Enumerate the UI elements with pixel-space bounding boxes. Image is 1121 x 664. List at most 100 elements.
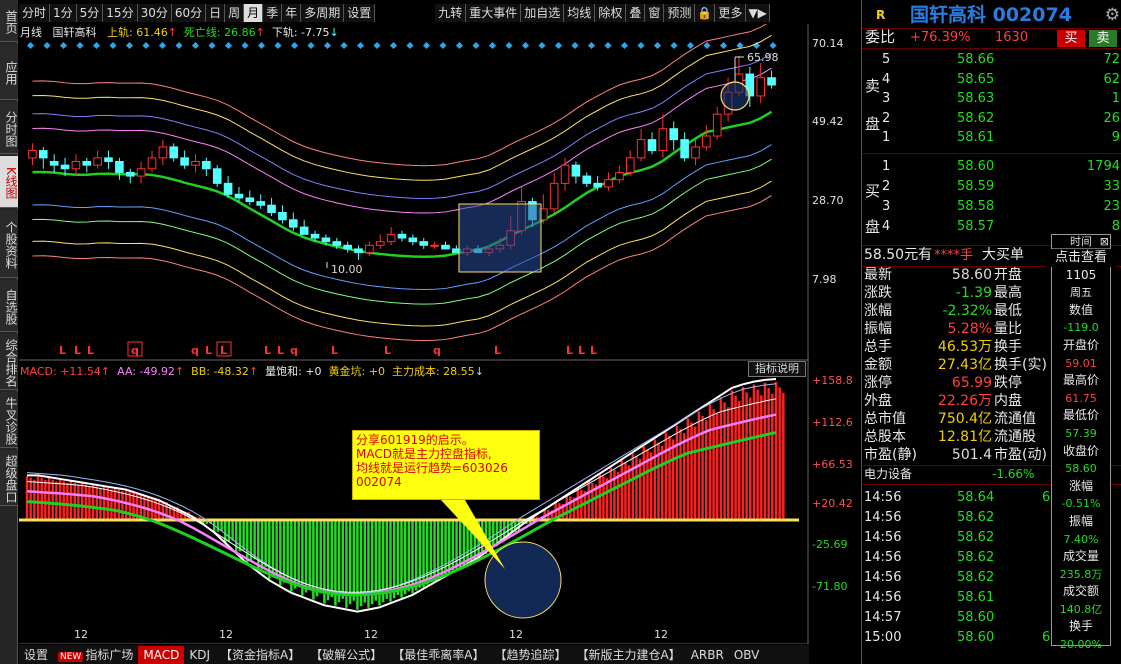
ask-row[interactable]: 5 58.66 72 — [862, 51, 1121, 68]
signal-letter: L — [264, 344, 271, 357]
period-tab[interactable]: 多周期 — [301, 4, 345, 22]
period-tab[interactable]: 分时 — [19, 4, 51, 22]
ask-level: 1 — [882, 130, 891, 145]
tool-button[interactable]: 九转 — [435, 4, 467, 22]
dropdown-icon[interactable]: ▼▶ — [746, 4, 770, 22]
quote-value: 58.60 — [951, 267, 992, 283]
lock-icon[interactable]: 🔒 — [695, 4, 716, 22]
gear-icon[interactable]: ⚙ — [1105, 4, 1120, 26]
left-nav-item[interactable]: 分时图 — [0, 102, 18, 154]
period-tab[interactable]: 15分 — [103, 4, 138, 22]
period-tab[interactable]: 1分 — [50, 4, 77, 22]
low-price-label: 10.00 — [331, 263, 363, 276]
quote-label: 跌停 — [994, 375, 1022, 391]
ask-row[interactable]: 4 58.65 62 — [862, 71, 1121, 88]
tool-button[interactable]: 加自选 — [521, 4, 565, 22]
period-tab[interactable]: 年 — [282, 4, 302, 22]
tool-button[interactable]: 预测 — [664, 4, 696, 22]
quote-value: 5.28% — [947, 321, 992, 337]
left-nav-item[interactable]: K线图 — [0, 156, 18, 208]
close-icon[interactable]: ⊠ — [1100, 235, 1109, 249]
candle-body — [321, 237, 331, 243]
indicator-tab-label: 【最佳乖离率A】 — [392, 647, 485, 662]
indicator-tab[interactable]: 【破解公式】 — [305, 646, 387, 664]
candle-body — [93, 157, 102, 166]
tool-button[interactable]: 重大事件 — [466, 4, 522, 22]
candle-body — [408, 237, 418, 243]
period-tab[interactable]: 日 — [206, 4, 226, 22]
tool-button[interactable]: 除权 — [595, 4, 627, 22]
ask-price: 58.63 — [957, 91, 995, 106]
period-tab[interactable]: 设置 — [344, 4, 376, 22]
period-tab[interactable]: 周 — [225, 4, 245, 22]
indicator-tab[interactable]: OBV — [729, 646, 765, 664]
indicator-tab[interactable]: ARBR — [686, 646, 729, 664]
indicator-tab[interactable]: 设置 — [19, 646, 53, 664]
indicator-tab[interactable]: MACD — [138, 645, 185, 664]
quote-value: 22.26万 — [937, 393, 992, 409]
quote-label: 开盘 — [994, 267, 1022, 283]
quote-label: 最低 — [994, 303, 1022, 319]
buy-button[interactable]: 买 — [1057, 30, 1085, 47]
candle-body — [354, 248, 363, 254]
quote-label: 总市值 — [864, 411, 906, 427]
indicator-tab[interactable]: 【资金指标A】 — [215, 646, 305, 664]
indicator-tab[interactable]: 【新版主力建仓A】 — [571, 646, 685, 664]
bid-row[interactable]: 4 58.57 8 — [862, 218, 1121, 235]
period-tab[interactable]: 月 — [244, 4, 264, 22]
more-button[interactable]: 更多 — [715, 4, 747, 22]
candle-body — [365, 244, 374, 254]
indicator-tab[interactable]: KDJ — [184, 646, 215, 664]
y-axis-label: +20.42 — [812, 497, 853, 510]
quote-label: 涨跌 — [864, 285, 892, 301]
tool-button[interactable]: 均线 — [564, 4, 596, 22]
ask-row[interactable]: 2 58.62 26 — [862, 110, 1121, 127]
note-line: 均线就是运行趋势=603026 — [356, 461, 508, 475]
ask-row[interactable]: 1 58.61 9 — [862, 129, 1121, 146]
left-nav-item[interactable]: 综合排名 — [0, 334, 18, 390]
y-axis-label: +158.8 — [812, 374, 853, 387]
popup-label: 开盘价 — [1062, 337, 1099, 352]
note-line: 分享601919的启示。 — [356, 433, 474, 447]
candle-body — [647, 139, 657, 152]
big-order-label: 大买单 — [982, 247, 1024, 263]
tick-time: 14:57 — [864, 610, 902, 625]
signal-letter: q — [290, 344, 298, 357]
candle-body — [658, 128, 668, 152]
sell-button[interactable]: 卖 — [1089, 30, 1117, 47]
tick-price: 58.60 — [957, 610, 995, 625]
bid-row[interactable]: 2 58.59 33 — [862, 178, 1121, 195]
quote-row: 总股本 12.81亿 流通股 — [862, 429, 1052, 446]
bid-row[interactable]: 3 58.58 23 — [862, 198, 1121, 215]
candle-body — [60, 164, 70, 170]
tool-button[interactable]: 窗 — [645, 4, 665, 22]
ask-volume: 26 — [1103, 110, 1120, 126]
popup-view-link[interactable]: 点击查看 — [1046, 249, 1116, 267]
left-nav-item[interactable]: 首页 — [0, 0, 18, 42]
tool-button[interactable]: 叠 — [626, 4, 646, 22]
candle-body — [169, 146, 179, 159]
sector-name[interactable]: 电力设备 — [864, 466, 912, 483]
left-nav-item[interactable]: 超级盘口 — [0, 450, 18, 506]
indicator-explain-button[interactable]: 指标说明 — [748, 361, 806, 377]
indicator-tab[interactable]: 【趋势追踪】 — [489, 646, 571, 664]
indicator-tab[interactable]: 【最佳乖离率A】 — [387, 646, 489, 664]
ask-row[interactable]: 3 58.63 1 — [862, 90, 1121, 107]
left-nav-item[interactable]: 应用 — [0, 44, 18, 100]
left-nav-item[interactable]: 牛叉诊股 — [0, 392, 18, 448]
bid-row[interactable]: 1 58.60 1794 — [862, 158, 1121, 175]
quote-label: 最高 — [994, 285, 1022, 301]
period-tab[interactable]: 季 — [263, 4, 283, 22]
period-tab[interactable]: 5分 — [76, 4, 104, 22]
period-tab[interactable]: 30分 — [137, 4, 172, 22]
left-nav-item[interactable]: 个股资料 — [0, 210, 18, 278]
chart-canvas[interactable]: 65.9810.00L L Lq q L L L Lq L Lq L L L L — [19, 24, 809, 644]
candle-body — [115, 161, 124, 173]
signal-diamond — [158, 41, 167, 50]
left-nav-item[interactable]: 自选股 — [0, 280, 18, 332]
candle-body — [560, 164, 570, 184]
indicator-tab[interactable]: NEW 指标广场 — [53, 646, 138, 664]
period-tab[interactable]: 60分 — [171, 4, 207, 22]
lower-band — [32, 180, 772, 327]
indicator-tab-label: KDJ — [189, 647, 210, 662]
